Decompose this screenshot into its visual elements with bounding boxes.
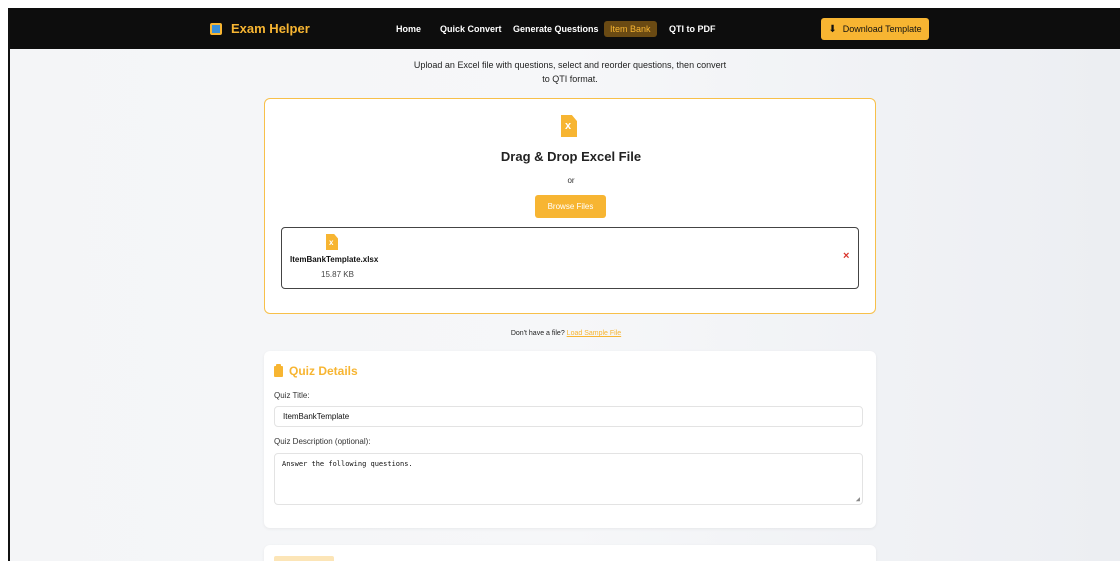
download-icon: ⬇ <box>828 23 837 35</box>
download-template-button[interactable]: ⬇ Download Template <box>821 18 929 40</box>
dropzone-or: or <box>567 176 575 185</box>
clipboard-icon <box>274 363 283 377</box>
sample-file-prompt: Don't have a file? Load Sample File <box>10 330 1120 337</box>
remove-file-close-icon[interactable]: × <box>843 250 849 262</box>
quiz-description-label: Quiz Description (optional): <box>274 437 371 446</box>
dropzone-title: Drag & Drop Excel File <box>500 149 642 164</box>
resize-handle-icon[interactable]: ◢ <box>856 495 860 503</box>
download-template-label: Download Template <box>842 24 922 34</box>
nav-quick-convert[interactable]: Quick Convert <box>440 21 502 37</box>
brand[interactable]: Exam Helper <box>210 21 310 36</box>
quiz-description-textarea[interactable]: Answer the following questions. ◢ <box>274 453 863 505</box>
nav-item-bank[interactable]: Item Bank <box>604 21 657 37</box>
sample-file-text: Don't have a file? <box>510 330 565 337</box>
nav-qti-to-pdf[interactable]: QTI to PDF <box>669 21 716 37</box>
excel-file-icon <box>326 234 338 250</box>
load-sample-file-link[interactable]: Load Sample File <box>567 330 621 337</box>
excel-file-icon <box>561 115 577 137</box>
nav-home[interactable]: Home <box>396 21 421 37</box>
uploaded-file-card: ItemBankTemplate.xlsx 15.87 KB × <box>281 227 859 289</box>
file-size: 15.87 KB <box>321 270 354 279</box>
quiz-details-header: Quiz Details <box>274 363 358 378</box>
intro-text: Upload an Excel file with questions, sel… <box>413 60 727 84</box>
quiz-description-value: Answer the following questions. <box>282 460 413 468</box>
navbar: Exam Helper Home Quick Convert Generate … <box>10 8 1120 49</box>
next-section-card <box>264 545 876 561</box>
quiz-title-input[interactable]: ItemBankTemplate <box>274 406 863 427</box>
next-section-heading-peek <box>274 556 334 561</box>
file-name: ItemBankTemplate.xlsx <box>290 255 379 264</box>
quiz-details-card: Quiz Details Quiz Title: ItemBankTemplat… <box>264 351 876 528</box>
nav-generate-questions[interactable]: Generate Questions <box>513 21 599 37</box>
file-dropzone[interactable]: Drag & Drop Excel File or Browse Files I… <box>264 98 876 314</box>
browse-files-button[interactable]: Browse Files <box>535 195 606 218</box>
brand-logo-icon <box>210 22 222 35</box>
brand-name: Exam Helper <box>231 21 310 36</box>
app-window: Exam Helper Home Quick Convert Generate … <box>8 8 1120 561</box>
quiz-details-heading: Quiz Details <box>289 364 358 378</box>
quiz-title-label: Quiz Title: <box>274 391 310 400</box>
